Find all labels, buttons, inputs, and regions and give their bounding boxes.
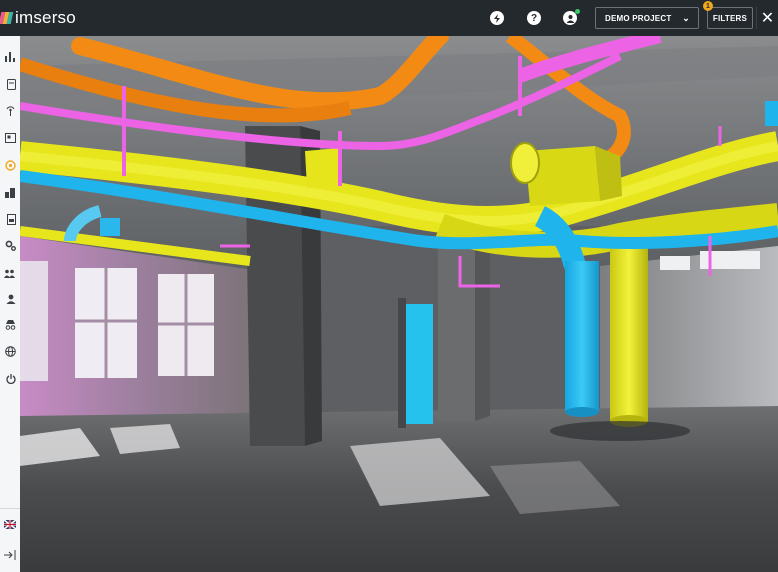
- left-sidebar: [0, 36, 20, 572]
- app-window: imserso ? DEMO PROJECT ⌄ FILTERS 1 ✕: [0, 0, 778, 572]
- power-icon[interactable]: [0, 368, 20, 390]
- viewer-icon[interactable]: [0, 154, 20, 176]
- buildings-icon[interactable]: [0, 182, 20, 204]
- settings-icon[interactable]: [0, 234, 20, 256]
- 3d-viewport[interactable]: [20, 36, 778, 572]
- filters-button-label: FILTERS: [712, 13, 748, 23]
- anonymous-icon[interactable]: [0, 314, 20, 336]
- project-select[interactable]: DEMO PROJECT ⌄: [595, 7, 699, 29]
- user-icon[interactable]: [563, 9, 580, 25]
- brand-logo[interactable]: imserso: [0, 0, 76, 36]
- brand-name: imserso: [15, 8, 76, 27]
- team-icon[interactable]: [0, 262, 20, 284]
- close-button[interactable]: ✕: [756, 7, 778, 29]
- sensors-icon[interactable]: [0, 99, 20, 121]
- logo-mark-icon: [0, 11, 14, 25]
- reports-icon[interactable]: [0, 208, 20, 230]
- scene-canvas[interactable]: [20, 36, 778, 572]
- filters-count-badge: 1: [703, 1, 713, 11]
- gallery-icon[interactable]: [0, 127, 20, 149]
- profile-icon[interactable]: [0, 288, 20, 310]
- globe-icon[interactable]: [0, 340, 20, 362]
- flash-icon[interactable]: [490, 11, 504, 25]
- filters-button[interactable]: FILTERS: [707, 7, 753, 29]
- collapse-sidebar-icon[interactable]: [0, 544, 20, 566]
- online-status-dot: [575, 9, 580, 14]
- sidebar-divider: [0, 508, 20, 509]
- project-select-label: DEMO PROJECT: [605, 13, 672, 23]
- analytics-icon[interactable]: [0, 46, 20, 68]
- chevron-down-icon: ⌄: [682, 13, 690, 23]
- documents-icon[interactable]: [0, 73, 20, 95]
- help-icon[interactable]: ?: [527, 11, 541, 25]
- language-flag-icon[interactable]: [0, 513, 20, 535]
